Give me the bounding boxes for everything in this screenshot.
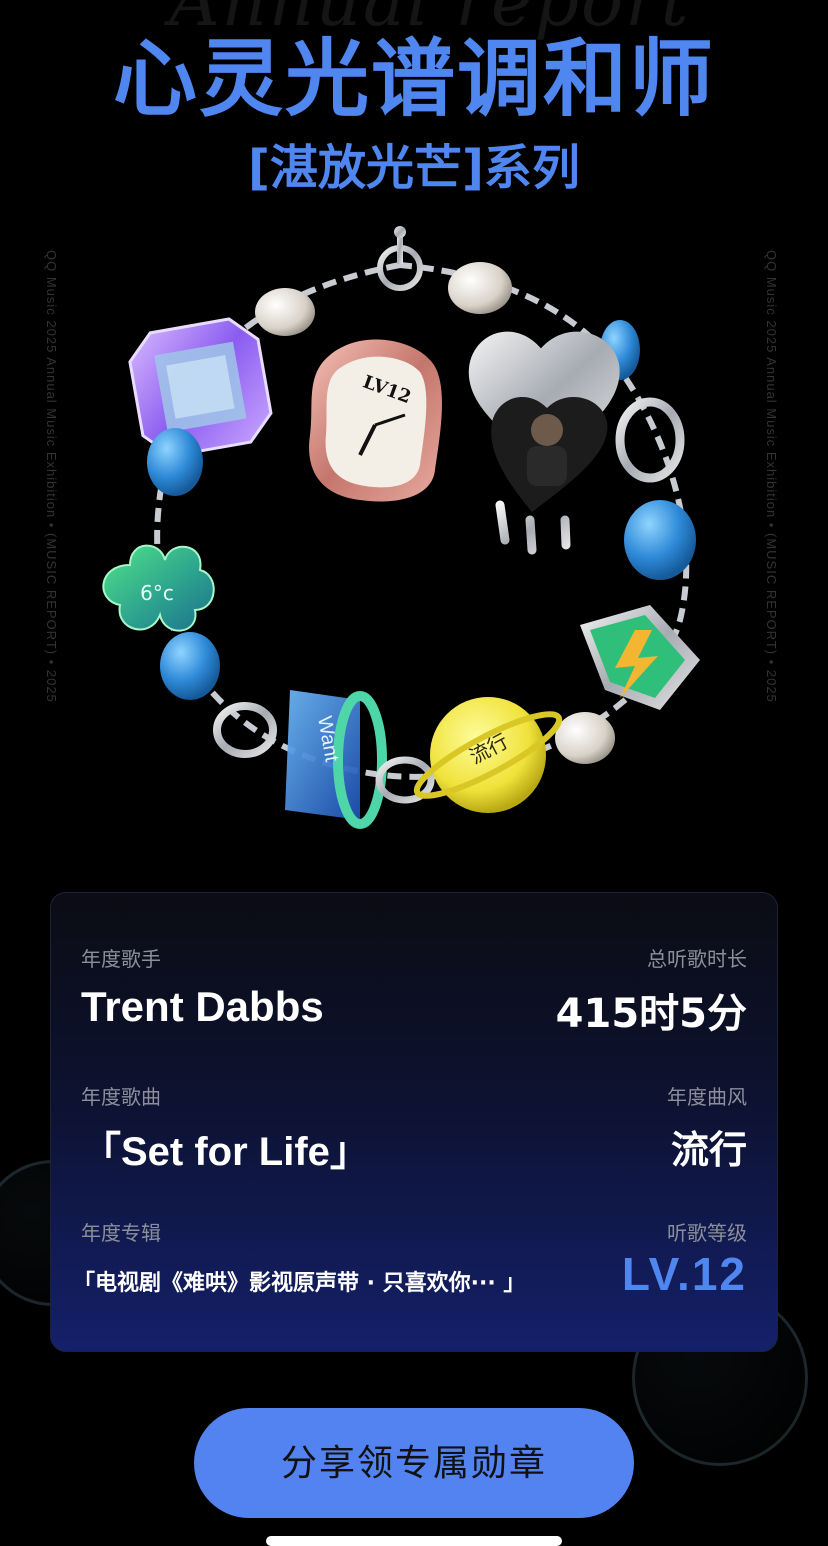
side-caption-left: QQ Music 2025 Annual Music Exhibition • …	[44, 250, 59, 703]
level-label: 听歌等级	[667, 1221, 747, 1245]
page-subtitle: [湛放光芒]系列	[248, 140, 580, 196]
duration-value: 415时5分	[555, 991, 747, 1037]
level-value: LV.12	[621, 1248, 747, 1300]
genre-value: 流行	[670, 1128, 747, 1172]
artist-value: Trent Dabbs	[81, 983, 324, 1030]
album-value: 「电视剧《难哄》影视原声带 · 只喜欢你··· 」	[73, 1271, 526, 1296]
genre-label: 年度曲风	[667, 1085, 747, 1109]
bracelet-illustration: LV12 6°c Want 流行	[102, 226, 700, 829]
clover-label: 6°c	[140, 581, 174, 605]
annual-stats-card: 年度歌手 Trent Dabbs 总听歌时长 415时5分 年度歌曲 「Set …	[50, 892, 778, 1352]
album-label: 年度专辑	[81, 1221, 161, 1245]
page-title: 心灵光谱调和师	[112, 30, 715, 128]
share-badge-button[interactable]: 分享领专属勋章	[194, 1408, 634, 1518]
duration-label: 总听歌时长	[647, 947, 747, 971]
artist-label: 年度歌手	[81, 947, 161, 971]
side-caption-right: QQ Music 2025 Annual Music Exhibition • …	[764, 250, 779, 703]
home-indicator	[266, 1536, 562, 1546]
song-value: 「Set for Life」	[81, 1130, 370, 1174]
song-label: 年度歌曲	[81, 1085, 161, 1109]
